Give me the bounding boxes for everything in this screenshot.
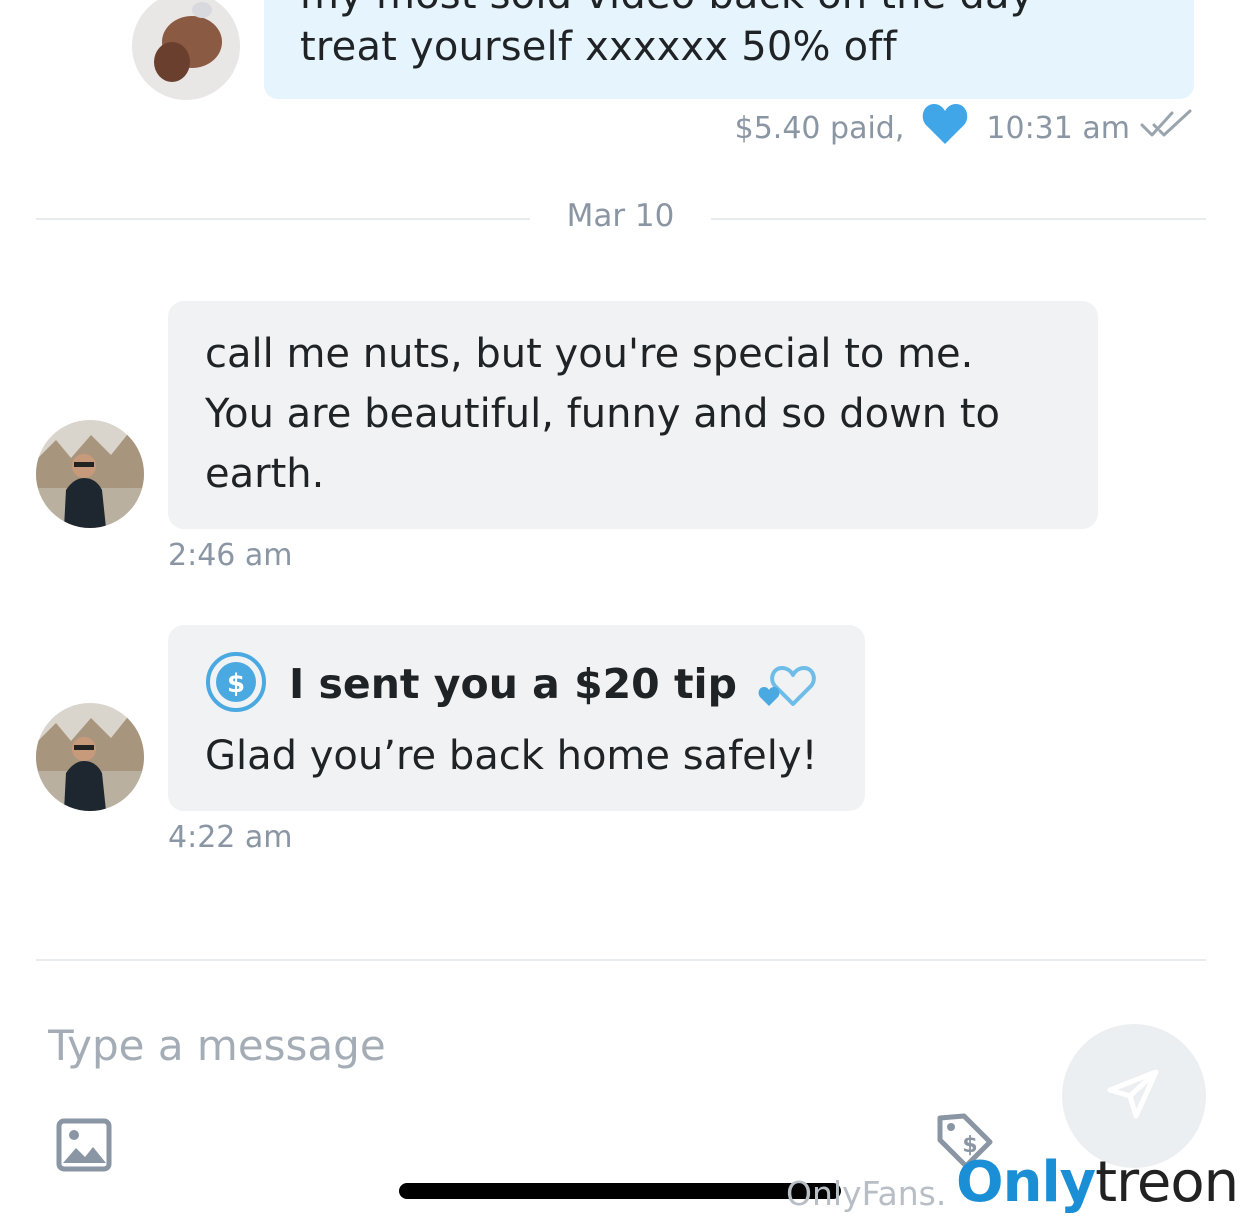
contact-avatar[interactable]: [36, 703, 144, 811]
message-time: 4:22 am: [168, 820, 293, 855]
contact-avatar[interactable]: [36, 420, 144, 528]
outgoing-message-line: treat yourself xxxxxx 50% off: [300, 24, 897, 70]
date-separator: Mar 10: [36, 196, 1206, 240]
brand-watermark: Onlytreon: [956, 1150, 1239, 1215]
composer-divider: [36, 959, 1206, 961]
date-label: Mar 10: [566, 198, 675, 234]
message-input[interactable]: [48, 1010, 948, 1080]
tip-message-bubble[interactable]: $ I sent you a $20 tip Glad you’re back …: [168, 625, 865, 811]
home-indicator[interactable]: [399, 1183, 841, 1199]
send-icon: [1104, 1064, 1164, 1128]
separator-line: [36, 218, 530, 220]
message-text-line: You are beautiful, funny and so down to: [205, 391, 1001, 437]
tip-title: I sent you a $20 tip: [289, 660, 737, 708]
double-check-icon: [1140, 109, 1194, 147]
svg-text:$: $: [227, 669, 245, 699]
two-hearts-icon: [757, 656, 819, 712]
tip-message-text: Glad you’re back home safely!: [205, 733, 818, 779]
outgoing-message-meta: $5.40 paid, 10:31 am: [734, 104, 1194, 148]
message-text-line: call me nuts, but you're special to me.: [205, 331, 974, 377]
heart-icon[interactable]: [922, 103, 968, 153]
site-watermark: OnlyFans.: [786, 1174, 947, 1213]
message-time: 2:46 am: [168, 538, 293, 573]
tip-header: $ I sent you a $20 tip: [205, 651, 819, 717]
message-text-line: earth.: [205, 451, 325, 497]
separator-line: [711, 218, 1206, 220]
brand-watermark-part: Only: [956, 1150, 1096, 1215]
outgoing-message-line: my most sold video back on the day: [300, 0, 1034, 18]
incoming-message-bubble[interactable]: call me nuts, but you're special to me. …: [168, 301, 1098, 529]
outgoing-time: 10:31 am: [986, 110, 1130, 146]
brand-watermark-part: treon: [1095, 1150, 1239, 1215]
image-icon[interactable]: [56, 1118, 112, 1176]
dollar-circle-icon: $: [205, 651, 267, 717]
sender-avatar[interactable]: [132, 0, 240, 100]
price-paid-label: $5.40 paid,: [734, 110, 905, 146]
send-button[interactable]: [1062, 1024, 1206, 1168]
